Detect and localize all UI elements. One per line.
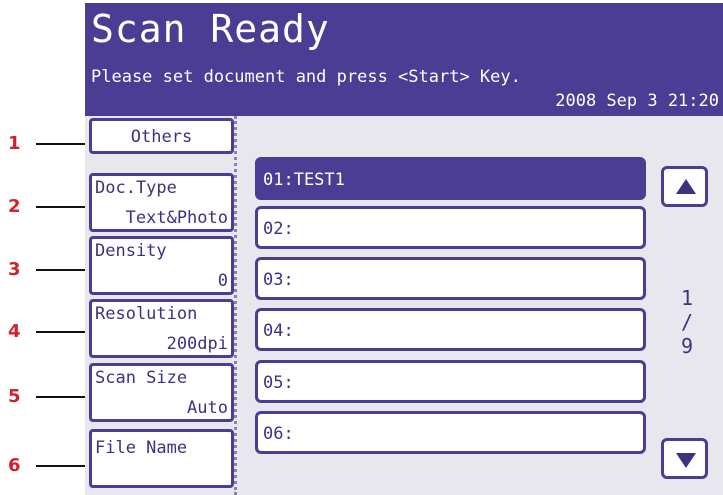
density-value: 0 [217,271,228,291]
page-current: 1 [680,286,694,310]
scan-size-button[interactable]: Scan Size Auto [89,363,234,422]
header: Scan Ready Please set document and press… [85,3,723,116]
page-title: Scan Ready [91,7,330,51]
density-label: Density [95,241,167,261]
list-item-label: 01:TEST1 [263,170,345,190]
resolution-button[interactable]: Resolution 200dpi [89,299,234,358]
list-item[interactable]: 05: [255,360,646,403]
callout-number: 2 [8,196,21,217]
arrow-down-icon [676,453,696,468]
settings-column: Others Doc.Type Text&Photo Density 0 Res… [85,116,237,495]
list-item-label: 04: [263,321,294,341]
callout-number: 5 [8,386,21,407]
list-item-label: 06: [263,424,294,444]
callout-number: 3 [8,259,21,280]
list-item[interactable]: 03: [255,257,646,300]
list-item[interactable]: 02: [255,206,646,249]
list-item-label: 05: [263,373,294,393]
page-total: 9 [680,334,694,358]
callout-number: 4 [8,321,21,342]
datetime-display: 2008 Sep 3 21:20 [555,91,719,111]
list-item[interactable]: 06: [255,411,646,454]
others-label: Others [130,127,193,147]
resolution-value: 200dpi [166,334,228,354]
callout-number: 6 [8,455,21,476]
scroll-down-button[interactable] [661,438,708,479]
page-separator: / [680,310,694,334]
scroll-up-button[interactable] [661,166,708,207]
file-name-button[interactable]: File Name [89,429,234,488]
callout-number: 1 [8,133,21,154]
list-item[interactable]: 04: [255,308,646,351]
file-name-label: File Name [95,438,188,458]
list-item-label: 03: [263,270,294,290]
doc-type-button[interactable]: Doc.Type Text&Photo [89,173,234,232]
doc-type-label: Doc.Type [95,178,177,198]
others-button[interactable]: Others [89,118,234,154]
scan-size-label: Scan Size [95,368,188,388]
list-item-selected[interactable]: 01:TEST1 [255,157,646,200]
list-item-label: 02: [263,219,294,239]
page-indicator: 1 / 9 [673,286,701,358]
doc-type-value: Text&Photo [125,208,228,228]
instruction-text: Please set document and press <Start> Ke… [91,67,521,87]
main-panel: Others Doc.Type Text&Photo Density 0 Res… [85,116,723,495]
arrow-up-icon [676,179,696,194]
scan-size-value: Auto [187,398,228,418]
resolution-label: Resolution [95,304,198,324]
scan-screen: Scan Ready Please set document and press… [85,3,723,495]
density-button[interactable]: Density 0 [89,236,234,295]
